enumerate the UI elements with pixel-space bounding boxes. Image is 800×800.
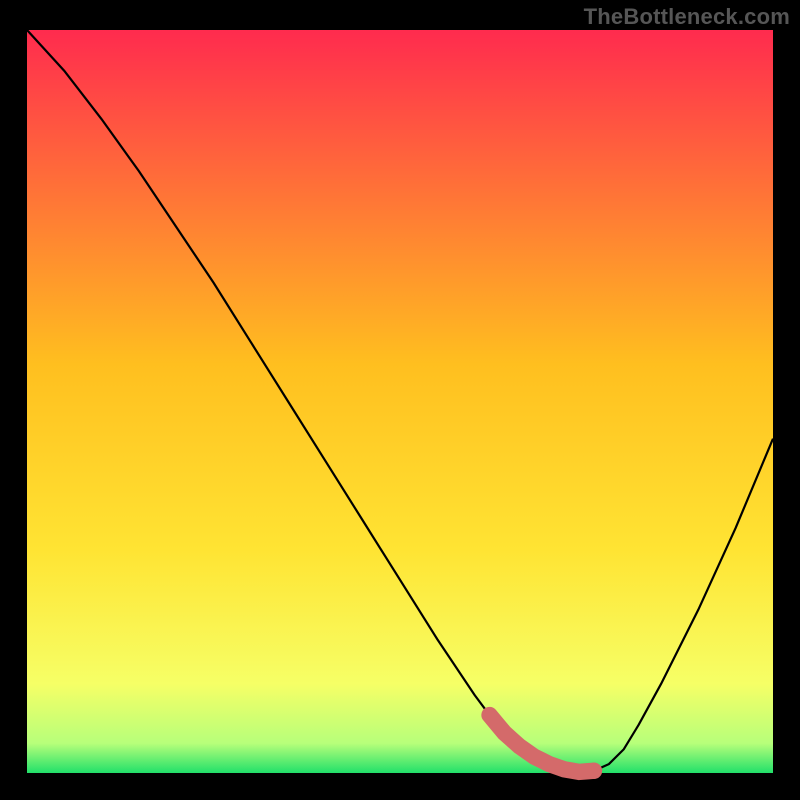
bottleneck-chart bbox=[0, 0, 800, 800]
chart-gradient-background bbox=[27, 30, 773, 773]
optimal-point-dot bbox=[586, 763, 602, 779]
